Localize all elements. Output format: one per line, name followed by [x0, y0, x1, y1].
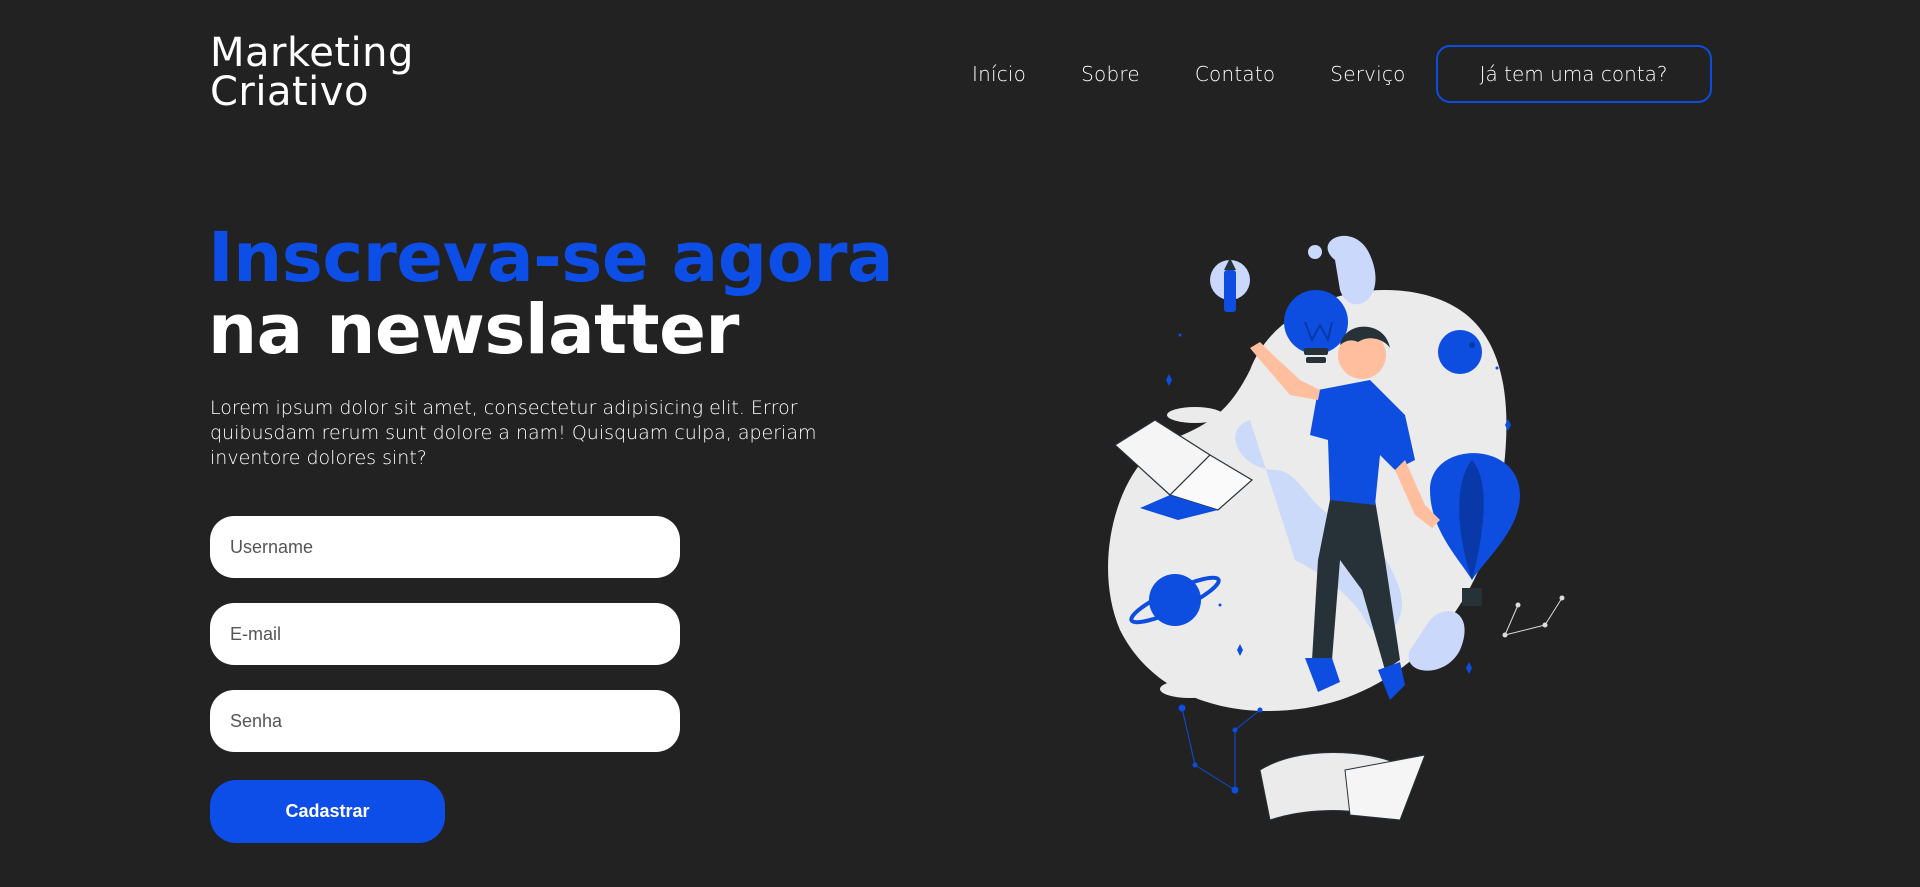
bubble-small: [1308, 245, 1322, 259]
planet-small: [1438, 330, 1482, 374]
open-book-icon: [1259, 752, 1426, 821]
constellation-icon-2: [1502, 595, 1565, 638]
logo-line-1: Marketing: [210, 30, 414, 76]
signup-button[interactable]: Cadastrar: [210, 780, 445, 843]
logo[interactable]: Marketing Criativo: [210, 30, 414, 115]
page: Marketing Criativo Início Sobre Contato …: [0, 0, 1920, 887]
hero-description: Lorem ipsum dolor sit amet, consectetur …: [210, 397, 817, 469]
cloud: [1167, 407, 1223, 423]
main-nav: Início Sobre Contato Serviço Já tem uma …: [972, 45, 1712, 103]
cloud: [1160, 680, 1220, 698]
username-input[interactable]: [210, 516, 680, 578]
login-button[interactable]: Já tem uma conta?: [1435, 45, 1712, 103]
swirl-shape: [1327, 235, 1376, 305]
logo-line-2: Criativo: [210, 68, 369, 115]
constellation-icon: [1178, 704, 1263, 794]
person-floating-illustration: [1108, 235, 1565, 821]
email-input[interactable]: [210, 603, 680, 665]
nav-link-sobre[interactable]: Sobre: [1081, 62, 1140, 86]
headline-line-2: na newslatter: [208, 290, 739, 370]
nav-link-servico[interactable]: Serviço: [1330, 62, 1405, 86]
hero-headline: Inscreva-se agora na newslatter: [208, 218, 894, 370]
signup-form: Cadastrar: [210, 516, 680, 843]
nav-link-contato[interactable]: Contato: [1195, 62, 1275, 86]
nav-link-inicio[interactable]: Início: [972, 62, 1026, 86]
headline-line-1: Inscreva-se agora: [208, 218, 894, 298]
password-input[interactable]: [210, 690, 680, 752]
planet-dot: [1469, 342, 1475, 348]
